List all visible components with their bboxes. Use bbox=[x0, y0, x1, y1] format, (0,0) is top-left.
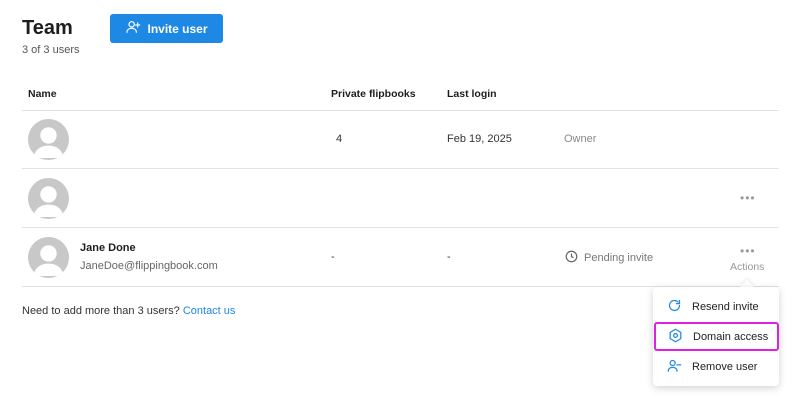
menu-item-remove-user[interactable]: Remove user bbox=[653, 353, 779, 380]
clock-icon bbox=[565, 250, 578, 266]
refresh-icon bbox=[667, 298, 682, 316]
column-header-flipbooks: Private flipbooks bbox=[331, 88, 416, 100]
menu-item-domain-access[interactable]: Domain access bbox=[654, 322, 779, 351]
page-title: Team bbox=[22, 17, 73, 39]
table-divider bbox=[22, 227, 779, 228]
table-divider bbox=[22, 168, 779, 169]
private-flipbooks-value: - bbox=[331, 251, 335, 263]
role-value: Owner bbox=[564, 133, 597, 145]
menu-item-label: Remove user bbox=[692, 360, 758, 373]
invite-user-button[interactable]: Invite user bbox=[110, 14, 223, 43]
menu-item-resend-invite[interactable]: Resend invite bbox=[653, 293, 779, 320]
menu-item-label: Resend invite bbox=[692, 300, 759, 313]
user-count: 3 of 3 users bbox=[22, 44, 80, 56]
footer-text: Need to add more than 3 users? bbox=[22, 305, 180, 317]
hexagon-settings-icon bbox=[668, 328, 683, 346]
avatar bbox=[28, 237, 69, 278]
contact-us-link[interactable]: Contact us bbox=[183, 305, 236, 317]
pending-invite-label: Pending invite bbox=[584, 252, 654, 264]
user-email: JaneDoe@flippingbook.com bbox=[80, 260, 218, 272]
more-options-icon[interactable]: ••• bbox=[740, 191, 756, 205]
actions-menu: Resend invite Domain access Remove user bbox=[653, 287, 779, 386]
column-header-name: Name bbox=[28, 88, 57, 100]
more-options-icon[interactable]: ••• bbox=[740, 244, 756, 258]
pending-invite-status: Pending invite bbox=[565, 250, 653, 266]
actions-label: Actions bbox=[730, 261, 765, 273]
user-minus-icon bbox=[667, 358, 682, 376]
avatar bbox=[28, 119, 69, 160]
invite-user-label: Invite user bbox=[147, 21, 208, 36]
avatar bbox=[28, 178, 69, 219]
last-login-value: Feb 19, 2025 bbox=[447, 133, 512, 145]
user-name: Jane Done bbox=[80, 242, 136, 254]
menu-item-label: Domain access bbox=[693, 330, 769, 343]
private-flipbooks-value: 4 bbox=[336, 133, 343, 145]
user-plus-icon bbox=[125, 19, 141, 38]
column-header-last-login: Last login bbox=[447, 88, 497, 100]
last-login-value: - bbox=[447, 251, 451, 263]
table-divider bbox=[22, 110, 779, 111]
footer-note: Need to add more than 3 users? Contact u… bbox=[22, 305, 235, 317]
